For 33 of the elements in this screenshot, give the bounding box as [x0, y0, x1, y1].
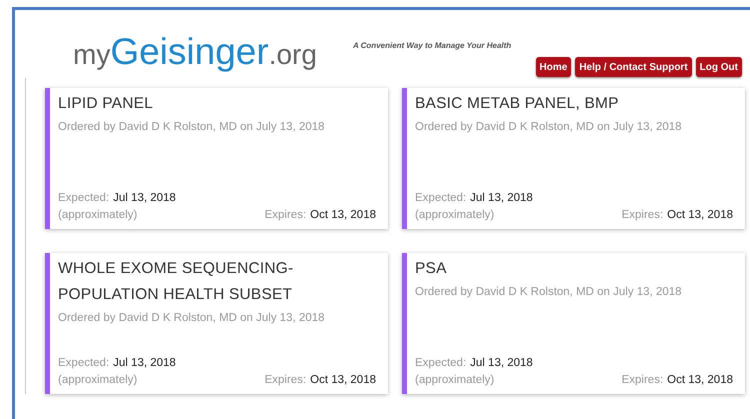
ordered-by-text: Ordered by David D K Rolston, MD on July 13, 2018 [415, 285, 683, 300]
expected-date: Jul 13, 2018 [470, 191, 533, 206]
ordered-by-text: Ordered by David D K Rolston, MD on July 13, 2018 [415, 120, 683, 135]
order-title: LIPID PANEL [58, 94, 154, 114]
expires-date: Oct 13, 2018 [667, 208, 733, 223]
expires-label: Expires: [622, 208, 664, 223]
expires-date: Oct 13, 2018 [667, 373, 733, 388]
expires-label: Expires: [622, 373, 664, 388]
order-title: BASIC METAB PANEL, BMP [415, 94, 620, 114]
approximately-note: (approximately) [58, 208, 138, 223]
approximately-note: (approximately) [58, 373, 138, 388]
ordered-by-text: Ordered by David D K Rolston, MD on July 13, 2018 [58, 120, 326, 135]
expires-date: Oct 13, 2018 [310, 373, 376, 388]
expires-date: Oct 13, 2018 [310, 208, 376, 223]
logo: myGeisinger.org [73, 30, 317, 74]
nav-button[interactable]: Help / Contact Support [575, 57, 692, 77]
expected-label: Expected: [58, 191, 110, 206]
expected-label: Expected: [415, 191, 466, 206]
nav-button[interactable]: Home [536, 57, 572, 77]
expected-date: Jul 13, 2018 [113, 191, 176, 206]
approximately-note: (approximately) [415, 373, 494, 388]
expected-label: Expected: [415, 356, 466, 371]
expected-date: Jul 13, 2018 [113, 356, 176, 371]
ordered-by-text: Ordered by David D K Rolston, MD on July 13, 2018 [58, 311, 326, 326]
order-title: PSA [415, 259, 448, 279]
order-title: WHOLE EXOME SEQUENCING-POPULATION HEALTH SUBSET [58, 259, 294, 305]
approximately-note: (approximately) [415, 208, 494, 223]
expires-label: Expires: [264, 373, 306, 388]
nav-button[interactable]: Log Out [696, 57, 742, 77]
expires-label: Expires: [264, 208, 306, 223]
expected-label: Expected: [58, 356, 110, 371]
expected-date: Jul 13, 2018 [470, 356, 533, 371]
tagline: A Convenient Way to Manage Your Health [352, 40, 512, 52]
